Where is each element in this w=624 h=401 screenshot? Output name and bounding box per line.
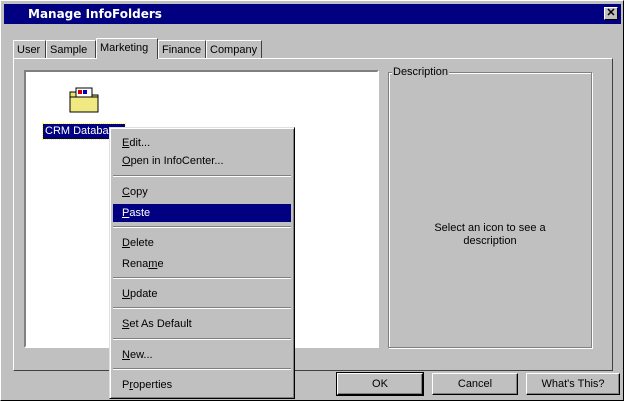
menu-item-new[interactable]: New... (113, 346, 291, 364)
tab-finance[interactable]: Finance (158, 40, 206, 58)
menu-label: e (157, 258, 164, 270)
menu-item-edit[interactable]: Edit... (113, 134, 291, 152)
menu-accelerator: U (122, 288, 130, 300)
menu-separator (113, 368, 291, 370)
folder-icon[interactable] (68, 84, 100, 116)
menu-accelerator: N (122, 349, 130, 361)
menu-label: elete (129, 237, 154, 249)
tab-label: Marketing (100, 42, 149, 54)
whats-this-button[interactable]: What's This? (526, 373, 620, 395)
title-bar[interactable]: Manage InfoFolders ✕ (4, 4, 621, 24)
tab-sample[interactable]: Sample (46, 40, 96, 58)
menu-separator (113, 307, 291, 309)
menu-item-set-as-default[interactable]: Set As Default (113, 315, 291, 333)
menu-separator (113, 226, 291, 228)
menu-label: opy (129, 186, 148, 198)
window-title: Manage InfoFolders (28, 7, 162, 21)
menu-item-copy[interactable]: Copy (113, 183, 291, 201)
close-button[interactable]: ✕ (604, 7, 618, 20)
menu-label: pdate (129, 288, 158, 300)
description-group (388, 72, 592, 348)
menu-accelerator: D (122, 237, 130, 249)
menu-item-update[interactable]: Update (113, 285, 291, 303)
description-legend: Description (392, 66, 450, 78)
close-icon: ✕ (606, 7, 616, 19)
menu-label: ew... (129, 349, 153, 361)
description-line: Select an icon to see a (434, 222, 546, 234)
manage-infofolders-dialog: Manage InfoFolders ✕ User Sample Marketi… (0, 0, 624, 401)
menu-separator (113, 277, 291, 279)
menu-separator (113, 175, 291, 177)
tab-company[interactable]: Company (206, 40, 262, 58)
tab-label: Finance (162, 44, 202, 56)
menu-label: dit... (129, 137, 151, 149)
menu-label: aste (129, 207, 151, 219)
menu-accelerator: O (122, 155, 131, 167)
menu-item-properties[interactable]: Properties (113, 376, 291, 394)
tab-user[interactable]: User (13, 40, 46, 58)
cancel-button[interactable]: Cancel (432, 373, 518, 395)
menu-accelerator: C (122, 186, 130, 198)
description-line: description (463, 235, 517, 247)
ok-button[interactable]: OK (336, 372, 424, 396)
tab-marketing[interactable]: Marketing (96, 38, 158, 59)
menu-label: operties (133, 379, 173, 391)
tab-label: Company (210, 44, 258, 56)
tab-label: Sample (50, 44, 88, 56)
description-text: Select an icon to see a description (396, 222, 584, 248)
menu-item-open-in-infocenter[interactable]: Open in InfoCenter... (113, 152, 291, 170)
menu-item-rename[interactable]: Rename (113, 255, 291, 273)
menu-item-delete[interactable]: Delete (113, 234, 291, 252)
tab-label: User (17, 44, 41, 56)
menu-label: et As Default (129, 318, 192, 330)
menu-separator (113, 338, 291, 340)
context-menu: Edit... Open in InfoCenter... Copy Paste… (109, 127, 295, 399)
menu-item-paste[interactable]: Paste (113, 204, 291, 222)
menu-label: pen in InfoCenter... (130, 155, 224, 167)
menu-label: Rena (122, 258, 149, 270)
